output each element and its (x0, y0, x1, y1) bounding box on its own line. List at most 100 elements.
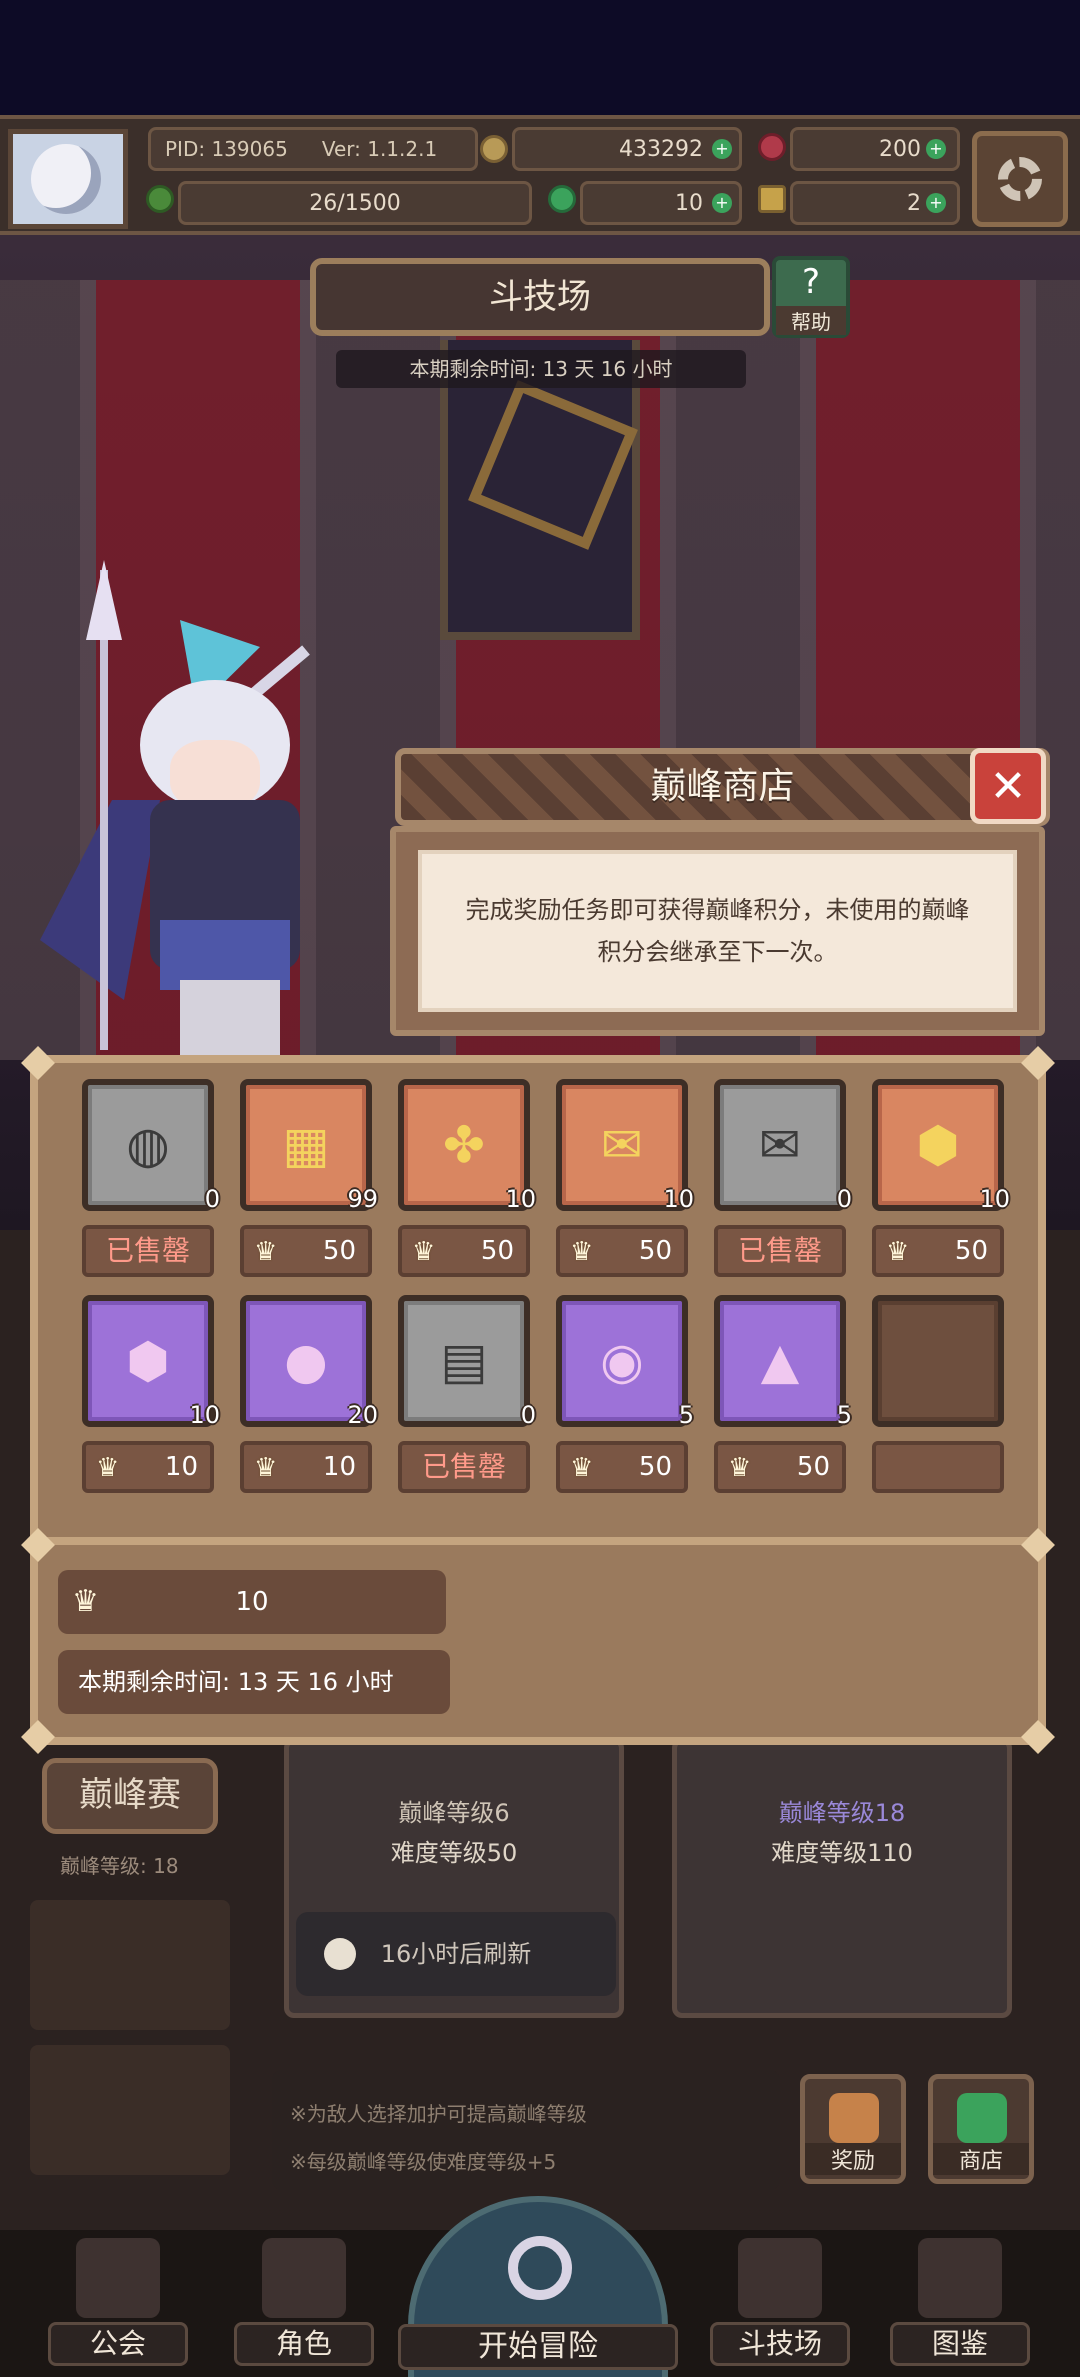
item-price-tag: ♛ 50 (556, 1225, 688, 1277)
item-price: 50 (954, 1236, 988, 1266)
purple-triangle-icon: ▲ (760, 1332, 800, 1390)
stamina-value: 26/1500 (309, 190, 401, 216)
item-slot: ✉ 10 (556, 1079, 694, 1213)
shop-item-purple-crystal[interactable]: ⬢ 10 ♛ 10 (82, 1295, 220, 1495)
item-price: 10 (322, 1452, 356, 1482)
add-gem-icon[interactable]: + (926, 139, 946, 159)
shop-item-purple-orb[interactable]: ◉ 5 ♛ 50 (556, 1295, 694, 1495)
nav-guild[interactable]: 公会 (48, 2230, 188, 2370)
side-slot-1 (30, 1900, 230, 2030)
item-quantity: 20 (347, 1401, 378, 1429)
close-button[interactable]: ✕ (970, 748, 1046, 824)
gold-envelope-icon: ✉ (601, 1116, 643, 1174)
item-slot: ● 20 (240, 1295, 378, 1429)
gear-icon (998, 157, 1042, 201)
peak-match-button[interactable]: 巅峰赛 (42, 1758, 218, 1834)
tip-1: ※为敌人选择加护可提高巅峰等级 (290, 2102, 587, 2126)
item-quantity: 5 (678, 1401, 694, 1429)
nav-character[interactable]: 角色 (234, 2230, 374, 2370)
start-adventure-button[interactable]: 开始冒险 (398, 2196, 678, 2377)
gray-orb-icon: ◍ (126, 1116, 170, 1174)
gold-counter: 433292 (512, 127, 742, 171)
shop-item-pink-fruit[interactable]: ● 20 ♛ 10 (240, 1295, 378, 1495)
opponent-2-difficulty: 难度等级110 (771, 1839, 913, 1867)
pink-fruit-icon: ● (284, 1332, 328, 1390)
dark-envelope-icon: ✉ (759, 1116, 801, 1174)
chest-icon (829, 2093, 879, 2143)
peak-points-bar: ♛ 10 (58, 1570, 446, 1634)
help-label: 帮助 (776, 306, 846, 335)
shop-button[interactable]: 商店 (928, 2074, 1034, 2184)
item-price-tag: ♛ 50 (714, 1441, 846, 1493)
dialog-description: 完成奖励任务即可获得巅峰积分，未使用的巅峰积分会继承至下一次。 (418, 850, 1017, 1012)
nav-codex[interactable]: 图鉴 (890, 2230, 1030, 2370)
gray-book-icon: ▤ (440, 1332, 488, 1390)
nav-arena[interactable]: 斗技场 (710, 2230, 850, 2370)
nav-guild-label: 公会 (48, 2322, 188, 2366)
hero-legs (180, 980, 280, 1060)
item-quantity: 0 (520, 1401, 536, 1429)
opponent-1-peak-level: 巅峰等级6 (398, 1799, 510, 1827)
shop-item-gray-book[interactable]: ▤ 0 已售罄 (398, 1295, 536, 1495)
item-quantity: 10 (505, 1185, 536, 1213)
tip-2: ※每级巅峰等级使难度等级+5 (290, 2150, 557, 2174)
item-slot: ⬢ 10 (872, 1079, 1010, 1213)
item-slot: ✤ 10 (398, 1079, 536, 1213)
item-slot: ▤ 0 (398, 1295, 536, 1429)
shop-remaining-time: 本期剩余时间: 13 天 16 小时 (58, 1650, 450, 1714)
player-avatar[interactable] (8, 129, 128, 229)
shop-item-gray-orb[interactable]: ◍ 0 已售罄 (82, 1079, 220, 1279)
shop-item-gold-envelope[interactable]: ✉ 10 ♛ 50 (556, 1079, 694, 1279)
opponent-card-2[interactable]: 巅峰等级18 难度等级110 (672, 1738, 1012, 2018)
game-version: Ver: 1.1.2.1 (321, 137, 438, 161)
gold-gem-icon: ⬢ (916, 1116, 960, 1174)
crown-icon: ♛ (728, 1453, 752, 1483)
item-quantity: 0 (204, 1185, 220, 1213)
item-quantity: 0 (836, 1185, 852, 1213)
nav-codex-label: 图鉴 (890, 2322, 1030, 2366)
item-price: 50 (480, 1236, 514, 1266)
gem-value: 200 (879, 136, 921, 162)
shop-item-empty-slot[interactable] (872, 1295, 1010, 1495)
question-icon: ? (801, 262, 821, 302)
settings-button[interactable] (972, 131, 1068, 227)
item-price-tag: 已售罄 (398, 1441, 530, 1493)
item-slot: ⬢ 10 (82, 1295, 220, 1429)
empty-slot-icon (904, 1327, 972, 1395)
peak-level-label: 巅峰等级: 18 (60, 1854, 179, 1878)
crown-icon: ♛ (96, 1453, 120, 1483)
shop-item-four-leaf-clover[interactable]: ✤ 10 ♛ 50 (398, 1079, 536, 1279)
top-resource-bar: PID: 139065 Ver: 1.1.2.1 433292 + 200 + … (0, 115, 1080, 235)
reward-label: 奖励 (805, 2143, 901, 2175)
add-clover-icon[interactable]: + (712, 193, 732, 213)
item-price-tag: ♛ 50 (398, 1225, 530, 1277)
add-key-icon[interactable]: + (926, 193, 946, 213)
shop-item-gold-chest[interactable]: ▦ 99 ♛ 50 (240, 1079, 378, 1279)
item-price-tag: ♛ 50 (240, 1225, 372, 1277)
dialog-title: 巅峰商店 (650, 766, 795, 807)
character-icon (262, 2238, 346, 2318)
item-price: 50 (796, 1452, 830, 1482)
nav-arena-label: 斗技场 (710, 2322, 850, 2366)
shop-item-purple-triangle[interactable]: ▲ 5 ♛ 50 (714, 1295, 852, 1495)
item-slot: ✉ 0 (714, 1079, 852, 1213)
item-price-tag: ♛ 10 (82, 1441, 214, 1493)
item-price-tag: ♛ 10 (240, 1441, 372, 1493)
gold-coin-icon (480, 135, 508, 163)
pid-version-pill: PID: 139065 Ver: 1.1.2.1 (148, 127, 478, 171)
shop-item-dark-envelope[interactable]: ✉ 0 已售罄 (714, 1079, 852, 1279)
add-gold-icon[interactable]: + (712, 139, 732, 159)
close-icon: ✕ (989, 760, 1027, 812)
sold-out-label: 已售罄 (737, 1234, 822, 1267)
dialog-header: 巅峰商店 (395, 748, 1050, 826)
item-quantity: 10 (189, 1401, 220, 1429)
shop-item-gold-gem[interactable]: ⬢ 10 ♛ 50 (872, 1079, 1010, 1279)
crown-icon: ♛ (570, 1453, 594, 1483)
help-button[interactable]: ? 帮助 (772, 256, 850, 338)
codex-icon (918, 2238, 1002, 2318)
reward-button[interactable]: 奖励 (800, 2074, 906, 2184)
item-slot: ◍ 0 (82, 1079, 220, 1213)
key-value: 2 (907, 190, 921, 216)
guild-icon (76, 2238, 160, 2318)
item-price-tag: ♛ 50 (872, 1225, 1004, 1277)
